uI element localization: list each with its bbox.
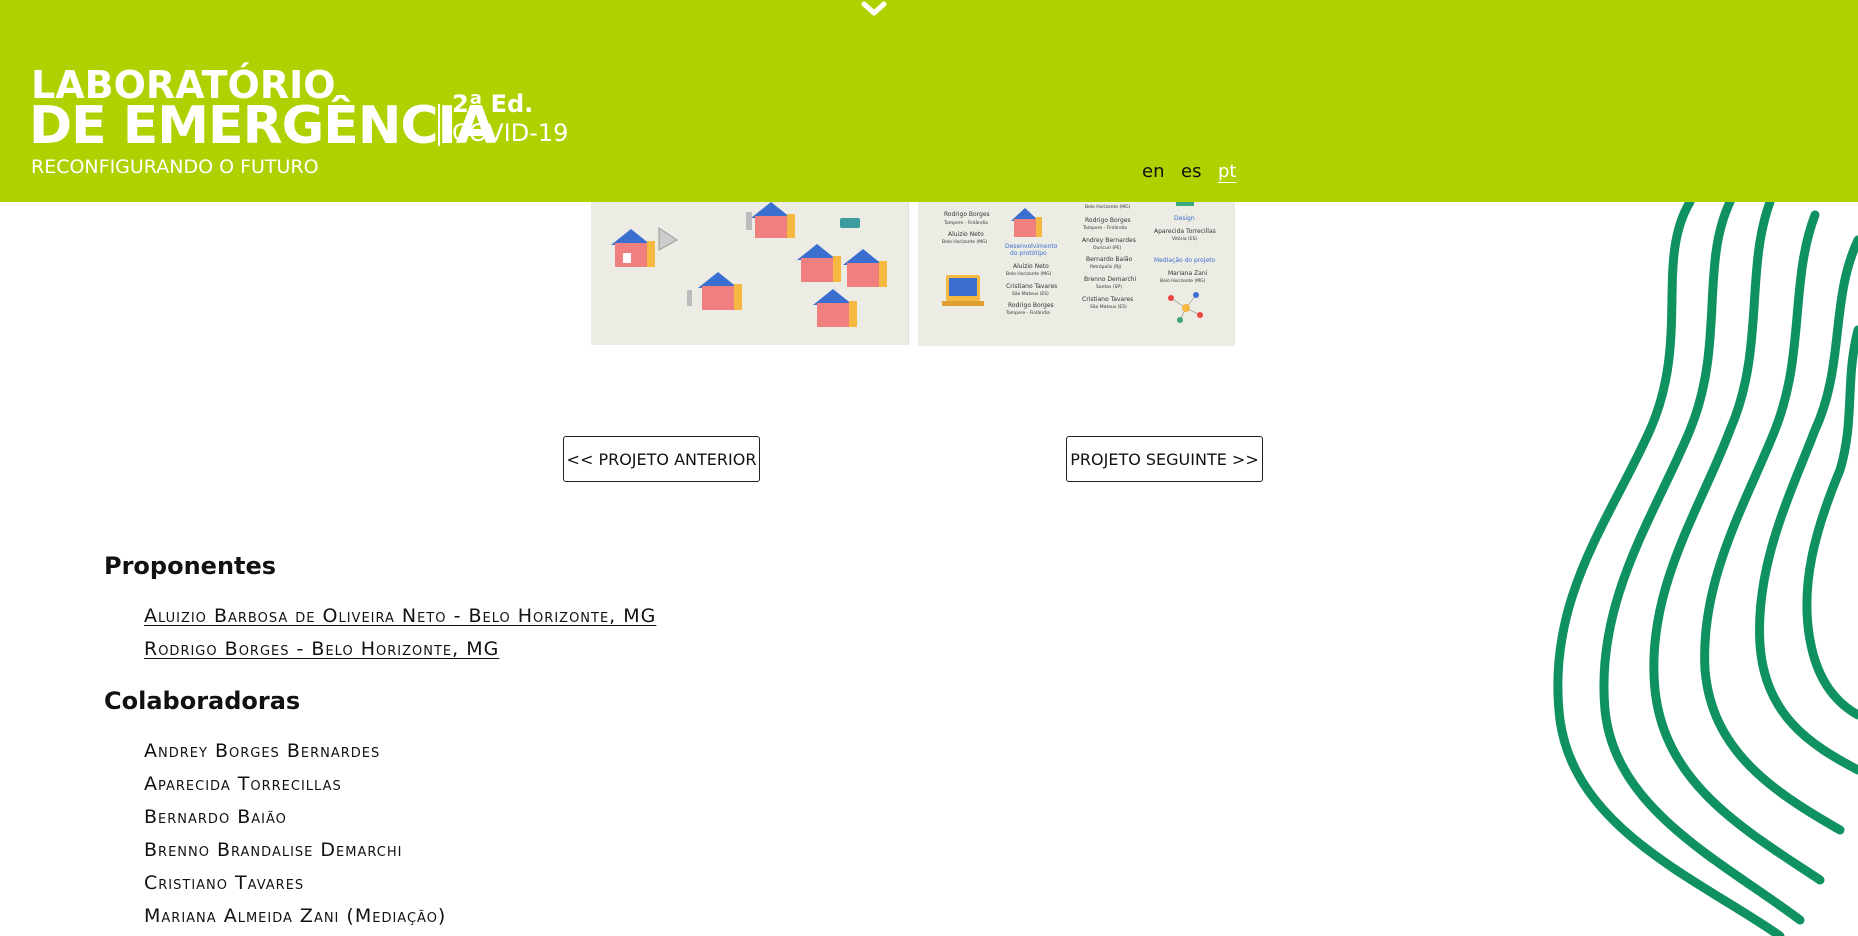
info-col3-name4: Brenno Demarchi bbox=[1084, 276, 1137, 283]
logo-line2: DE EMERGÊNCIA bbox=[29, 96, 496, 156]
logo-edition-subtitle: COVID-19 bbox=[452, 119, 569, 147]
collaborators-heading: Colaboradoras bbox=[104, 687, 301, 715]
info-col1-name1: Rodrigo Borges bbox=[944, 211, 990, 218]
info-col1-loc2: Belo Horizonte (MG) bbox=[942, 239, 988, 245]
info-col2-loc2: São Mateus (ES) bbox=[1012, 291, 1049, 297]
info-col2-name2: Cristiano Tavares bbox=[1006, 283, 1057, 290]
lang-en-link[interactable]: en bbox=[1142, 161, 1164, 182]
info-col2-heading1: Desenvolvimento bbox=[1005, 243, 1058, 250]
info-col1-loc1: Tampere - Finlândia bbox=[943, 219, 988, 226]
info-col4-name2: Mariana Zani bbox=[1168, 270, 1208, 277]
collaborator-name: Brenno Brandalise Demarchi bbox=[144, 839, 403, 861]
previous-project-button[interactable]: << PROJETO ANTERIOR bbox=[563, 436, 760, 482]
collaborator-name: Bernardo Baião bbox=[144, 806, 287, 828]
info-col4-name1: Aparecida Torrecillas bbox=[1154, 228, 1216, 235]
info-col2-loc1: Belo Horizonte (MG) bbox=[1006, 271, 1052, 277]
lang-pt-link[interactable]: pt bbox=[1218, 161, 1236, 182]
info-col4-loc1: Vitória (ES) bbox=[1172, 235, 1197, 242]
info-col2-loc3: Tampere - Finlândia bbox=[1005, 309, 1050, 316]
info-col3-loc1: Tampere - Finlândia bbox=[1082, 224, 1127, 231]
info-col4-heading1: Design bbox=[1174, 215, 1195, 222]
logo-tagline: RECONFIGURANDO O FUTURO bbox=[31, 156, 319, 178]
logo-edition: 2ª Ed. bbox=[452, 90, 534, 118]
proponent-link[interactable]: Rodrigo Borges - Belo Horizonte, MG bbox=[144, 638, 499, 660]
info-col2-heading2: do protótipo bbox=[1010, 250, 1047, 257]
collaborator-name: Aparecida Torrecillas bbox=[144, 773, 342, 795]
collaborator-name: Mariana Almeida Zani (Mediação) bbox=[144, 905, 447, 927]
chevron-down-icon[interactable] bbox=[860, 0, 888, 20]
next-project-button[interactable]: PROJETO SEGUINTE >> bbox=[1066, 436, 1263, 482]
info-col3-name2: Andrey Bernardes bbox=[1082, 237, 1136, 244]
info-col3-loc3: Petrópolis (RJ) bbox=[1090, 263, 1122, 270]
proponent-link[interactable]: Aluizio Barbosa de Oliveira Neto - Belo … bbox=[144, 605, 656, 627]
info-col4-heading2: Mediação do projeto bbox=[1154, 257, 1215, 264]
info-col3-name3: Bernardo Baião bbox=[1086, 256, 1133, 263]
info-col1-name2: Aluizio Neto bbox=[948, 231, 984, 238]
info-col3-loc0: Belo Horizonte (MG) bbox=[1085, 204, 1131, 210]
lang-es-link[interactable]: es bbox=[1181, 161, 1201, 182]
info-col3-name1: Rodrigo Borges bbox=[1085, 217, 1131, 224]
info-col2-name3: Rodrigo Borges bbox=[1008, 302, 1054, 309]
proponents-heading: Proponentes bbox=[104, 552, 277, 580]
info-col3-loc2: Ouricuri (PE) bbox=[1093, 245, 1122, 251]
info-col3-name5: Cristiano Tavares bbox=[1082, 296, 1133, 303]
info-col3-loc5: São Mateus (ES) bbox=[1090, 304, 1127, 310]
info-col4-loc2: Belo Horizonte (MG) bbox=[1160, 278, 1206, 284]
info-col3-loc4: Santos (SP) bbox=[1096, 284, 1122, 290]
site-header: LABORATÓRIO DE EMERGÊNCIA 2ª Ed. COVID-1… bbox=[0, 0, 1858, 202]
logo-separator bbox=[438, 104, 440, 146]
collaborator-name: Andrey Borges Bernardes bbox=[144, 740, 381, 762]
collaborator-name: Cristiano Tavares bbox=[144, 872, 305, 894]
info-col2-name1: Aluizio Neto bbox=[1013, 263, 1049, 270]
